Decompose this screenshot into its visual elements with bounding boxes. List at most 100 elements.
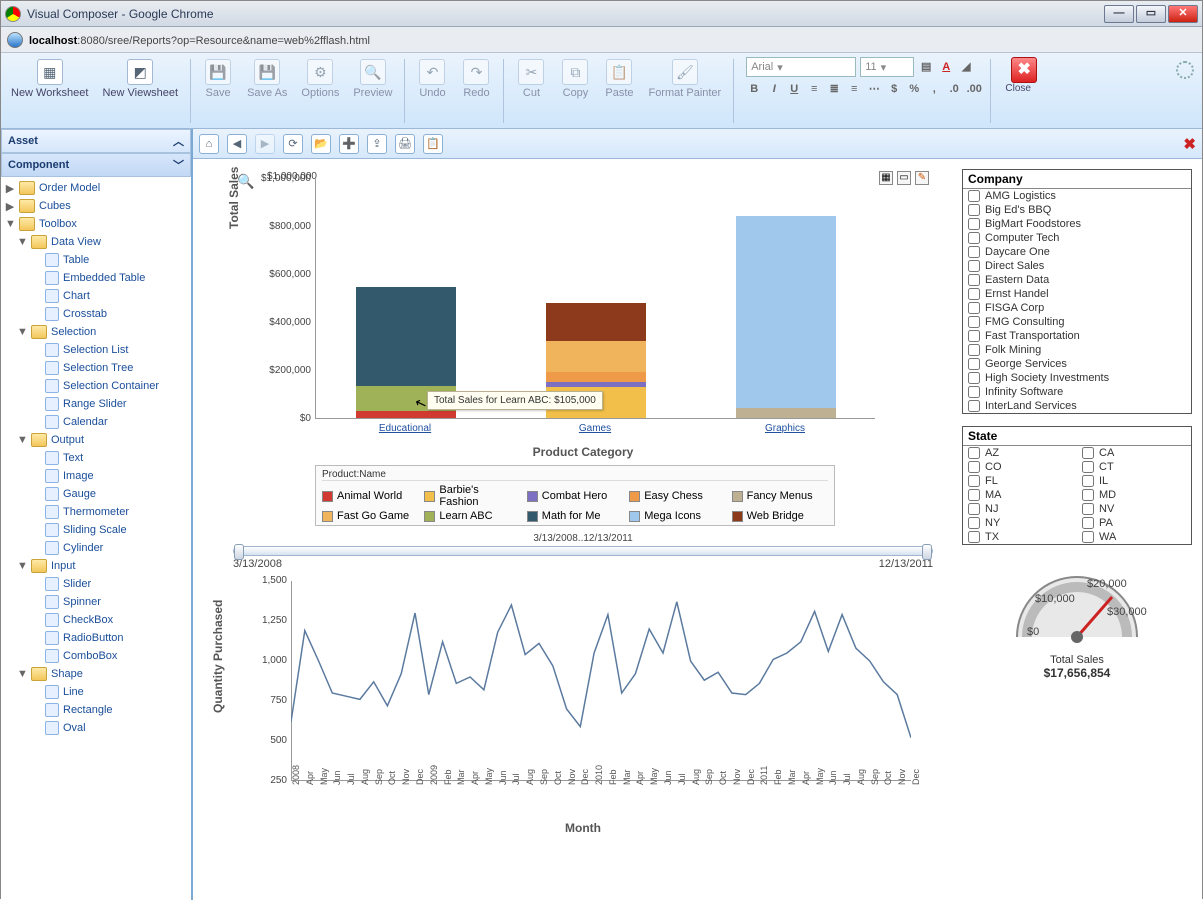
- legend-item[interactable]: Fancy Menus: [732, 484, 828, 508]
- state-checkbox[interactable]: [968, 531, 980, 543]
- state-row[interactable]: CO: [963, 460, 1077, 474]
- highlight-icon[interactable]: ▤: [918, 59, 934, 75]
- tree-spinner[interactable]: Spinner: [1, 593, 191, 611]
- state-checkbox[interactable]: [1082, 531, 1094, 543]
- redo-button[interactable]: ↷Redo: [457, 57, 495, 101]
- comma-button[interactable]: ,: [926, 81, 942, 97]
- tree-rectangle[interactable]: Rectangle: [1, 701, 191, 719]
- company-checkbox[interactable]: [968, 316, 980, 328]
- tree-gauge[interactable]: Gauge: [1, 485, 191, 503]
- percent-button[interactable]: %: [906, 81, 922, 97]
- tree-toolbox[interactable]: ▼Toolbox: [1, 215, 191, 233]
- company-checkbox[interactable]: [968, 372, 980, 384]
- state-checkbox[interactable]: [1082, 503, 1094, 515]
- state-row[interactable]: MD: [1077, 488, 1191, 502]
- state-row[interactable]: WA: [1077, 530, 1191, 544]
- company-row[interactable]: Computer Tech: [963, 231, 1191, 245]
- company-checkbox[interactable]: [968, 386, 980, 398]
- state-checkbox[interactable]: [968, 447, 980, 459]
- fill-color-icon[interactable]: ◢: [958, 59, 974, 75]
- company-checkbox[interactable]: [968, 246, 980, 258]
- ribbon-close-button[interactable]: ✖: [1011, 57, 1037, 83]
- tree-input[interactable]: ▼Input: [1, 557, 191, 575]
- undo-button[interactable]: ↶Undo: [413, 57, 451, 101]
- state-checkbox[interactable]: [1082, 517, 1094, 529]
- company-row[interactable]: Infinity Software: [963, 385, 1191, 399]
- export-icon[interactable]: ⇪: [367, 134, 387, 154]
- company-row[interactable]: Ernst Handel: [963, 287, 1191, 301]
- new-worksheet-button[interactable]: ▦New Worksheet: [7, 57, 92, 101]
- options-button[interactable]: ⚙Options: [297, 57, 343, 101]
- company-checkbox[interactable]: [968, 218, 980, 230]
- state-checkbox[interactable]: [1082, 447, 1094, 459]
- dec-decimal-button[interactable]: .00: [966, 81, 982, 97]
- window-maximize-button[interactable]: ▭: [1136, 5, 1166, 23]
- bar-chart[interactable]: 🔍 $1,000,000 ▦ ▭ ✎ Total Sales $0$200,00…: [233, 169, 933, 529]
- legend-item[interactable]: Web Bridge: [732, 510, 828, 522]
- tree-selection-tree[interactable]: Selection Tree: [1, 359, 191, 377]
- company-row[interactable]: Direct Sales: [963, 259, 1191, 273]
- align-left-button[interactable]: ≡: [806, 81, 822, 97]
- company-row[interactable]: Folk Mining: [963, 343, 1191, 357]
- state-row[interactable]: CA: [1077, 446, 1191, 460]
- category-label[interactable]: Graphics: [735, 423, 835, 434]
- state-checkbox[interactable]: [1082, 475, 1094, 487]
- format-painter-button[interactable]: 🖌Format Painter: [644, 57, 725, 101]
- align-center-button[interactable]: ≣: [826, 81, 842, 97]
- company-row[interactable]: Big Ed's BBQ: [963, 203, 1191, 217]
- state-checkbox[interactable]: [1082, 489, 1094, 501]
- tree-crosstab[interactable]: Crosstab: [1, 305, 191, 323]
- tree-text[interactable]: Text: [1, 449, 191, 467]
- state-row[interactable]: IL: [1077, 474, 1191, 488]
- company-row[interactable]: FMG Consulting: [963, 315, 1191, 329]
- company-checkbox[interactable]: [968, 358, 980, 370]
- state-row[interactable]: NY: [963, 516, 1077, 530]
- company-row[interactable]: Daycare One: [963, 245, 1191, 259]
- company-checkbox[interactable]: [968, 260, 980, 272]
- state-row[interactable]: AZ: [963, 446, 1077, 460]
- underline-button[interactable]: U: [786, 81, 802, 97]
- tree-table[interactable]: Table: [1, 251, 191, 269]
- canvas-close-icon[interactable]: ✖: [1183, 135, 1196, 153]
- company-checkbox[interactable]: [968, 400, 980, 412]
- align-right-button[interactable]: ≡: [846, 81, 862, 97]
- address-bar[interactable]: localhost:8080/sree/Reports?op=Resource&…: [1, 27, 1202, 53]
- add-data-icon[interactable]: ➕: [339, 134, 359, 154]
- company-row[interactable]: Eastern Data: [963, 273, 1191, 287]
- new-viewsheet-button[interactable]: ◩New Viewsheet: [98, 57, 182, 101]
- tree-thermometer[interactable]: Thermometer: [1, 503, 191, 521]
- edit-icon[interactable]: ✎: [915, 171, 929, 185]
- state-row[interactable]: PA: [1077, 516, 1191, 530]
- font-size-select[interactable]: 11▾: [860, 57, 914, 77]
- tree-embedded-table[interactable]: Embedded Table: [1, 269, 191, 287]
- tree-output[interactable]: ▼Output: [1, 431, 191, 449]
- refresh-icon[interactable]: ⟳: [283, 134, 303, 154]
- tree-radiobutton[interactable]: RadioButton: [1, 629, 191, 647]
- tree-combobox[interactable]: ComboBox: [1, 647, 191, 665]
- home-icon[interactable]: ⌂: [199, 134, 219, 154]
- tree-oval[interactable]: Oval: [1, 719, 191, 737]
- preview-button[interactable]: 🔍Preview: [349, 57, 396, 101]
- component-panel-header[interactable]: Component﹀: [1, 153, 191, 177]
- bold-button[interactable]: B: [746, 81, 762, 97]
- legend-item[interactable]: Math for Me: [527, 510, 623, 522]
- font-family-select[interactable]: Arial▾: [746, 57, 856, 77]
- state-checkbox[interactable]: [1082, 461, 1094, 473]
- window-close-button[interactable]: ✕: [1168, 5, 1198, 23]
- tree-sliding-scale[interactable]: Sliding Scale: [1, 521, 191, 539]
- category-label[interactable]: Games: [545, 423, 645, 434]
- paste-button[interactable]: 📋Paste: [600, 57, 638, 101]
- window-minimize-button[interactable]: —: [1104, 5, 1134, 23]
- company-checkbox[interactable]: [968, 302, 980, 314]
- company-checkbox[interactable]: [968, 288, 980, 300]
- tree-cubes[interactable]: ▶Cubes: [1, 197, 191, 215]
- state-checkbox[interactable]: [968, 461, 980, 473]
- merge-button[interactable]: ⋯: [866, 81, 882, 97]
- state-checkbox[interactable]: [968, 517, 980, 529]
- legend-item[interactable]: Mega Icons: [629, 510, 725, 522]
- font-color-icon[interactable]: A: [938, 59, 954, 75]
- tree-slider[interactable]: Slider: [1, 575, 191, 593]
- company-row[interactable]: George Services: [963, 357, 1191, 371]
- legend-item[interactable]: Learn ABC: [424, 510, 520, 522]
- legend-item[interactable]: Combat Hero: [527, 484, 623, 508]
